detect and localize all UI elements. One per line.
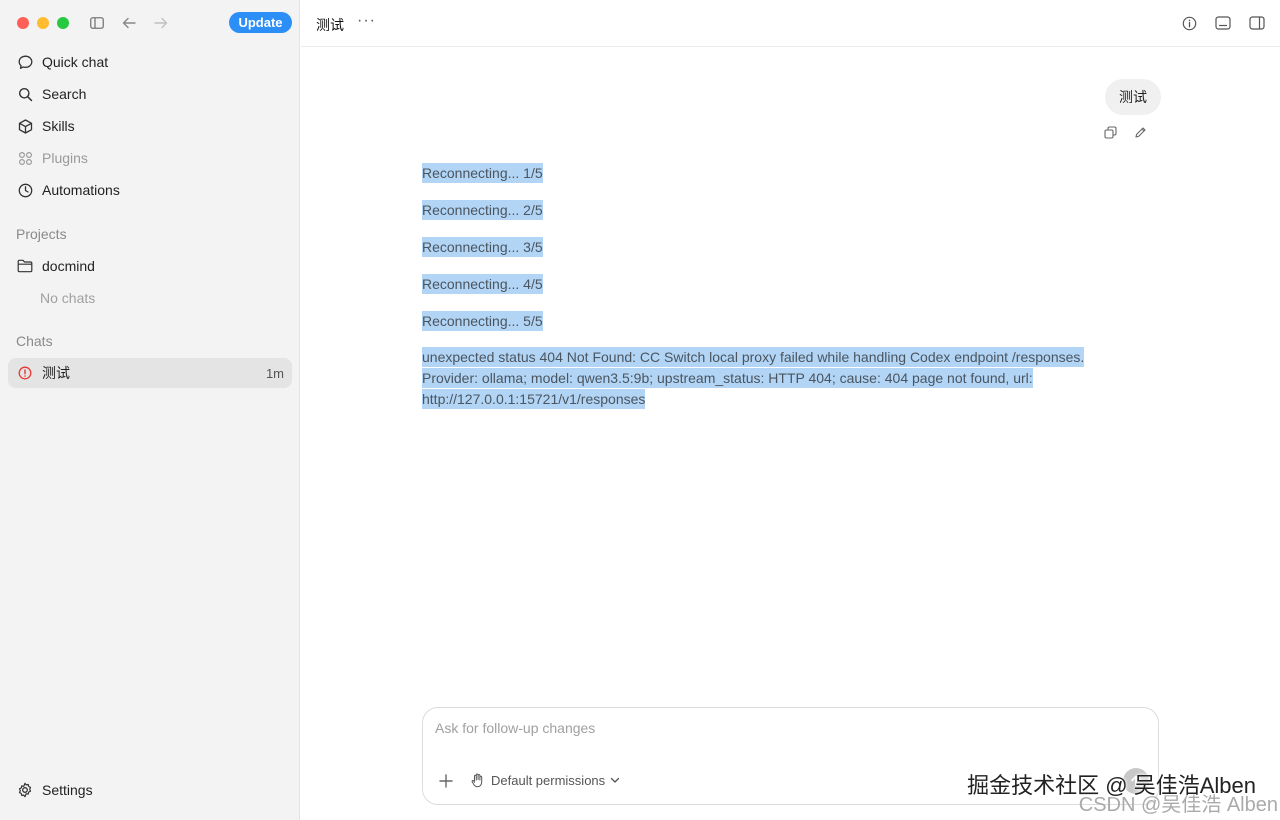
main-pane: 测试 ··· 测试 Reconnecting... 1/5 Reconnecti… bbox=[301, 0, 1280, 820]
sidebar-item-quick-chat[interactable]: Quick chat bbox=[8, 46, 292, 78]
sidebar-nav: Quick chat Search Skills Plugins Automat… bbox=[8, 46, 292, 206]
chat-time: 1m bbox=[265, 365, 284, 381]
reconnect-line: Reconnecting... 4/5 bbox=[422, 273, 1122, 295]
back-arrow-icon[interactable] bbox=[120, 14, 138, 32]
message-actions bbox=[1103, 125, 1147, 139]
edit-pencil-icon[interactable] bbox=[1133, 125, 1147, 139]
gear-icon bbox=[16, 781, 34, 799]
chats-section-label: Chats bbox=[16, 333, 53, 349]
minimize-window-button[interactable] bbox=[37, 17, 49, 29]
sidebar-item-automations[interactable]: Automations bbox=[8, 174, 292, 206]
sidebar-item-project[interactable]: docmind bbox=[8, 250, 292, 282]
more-options-button[interactable]: ··· bbox=[357, 12, 376, 30]
reconnect-line: Reconnecting... 3/5 bbox=[422, 236, 1122, 258]
sidebar-item-label: Plugins bbox=[42, 150, 88, 166]
sidebar-item-skills[interactable]: Skills bbox=[8, 110, 292, 142]
reconnect-text: Reconnecting... 2/5 bbox=[422, 200, 543, 220]
plus-icon bbox=[439, 774, 453, 788]
reconnect-line: Reconnecting... 5/5 bbox=[422, 310, 1122, 332]
window-controls bbox=[17, 17, 69, 29]
error-text: unexpected status 404 Not Found: CC Swit… bbox=[422, 347, 1085, 409]
reconnect-text: Reconnecting... 3/5 bbox=[422, 237, 543, 257]
folder-icon bbox=[16, 257, 34, 275]
sidebar-item-search[interactable]: Search bbox=[8, 78, 292, 110]
user-message-bubble: 测试 bbox=[1105, 79, 1161, 115]
clock-icon bbox=[16, 181, 34, 199]
sidebar-item-label: Automations bbox=[42, 182, 120, 198]
assistant-messages: Reconnecting... 1/5 Reconnecting... 2/5 … bbox=[422, 162, 1122, 410]
sidebar-toggle-icon[interactable] bbox=[88, 14, 106, 32]
chevron-down-icon bbox=[610, 777, 620, 784]
add-attachment-button[interactable] bbox=[437, 772, 455, 790]
chat-title: 测试 bbox=[42, 365, 70, 381]
terminal-panel-icon[interactable] bbox=[1214, 14, 1232, 32]
sidebar-item-label: Quick chat bbox=[42, 54, 109, 70]
permissions-dropdown[interactable]: Default permissions bbox=[471, 772, 620, 788]
cube-icon bbox=[16, 117, 34, 135]
project-name: docmind bbox=[42, 258, 95, 274]
project-row[interactable]: docmind bbox=[8, 250, 292, 282]
sidebar-toolbar bbox=[88, 14, 170, 32]
info-icon[interactable] bbox=[1180, 14, 1198, 32]
page-title: 测试 bbox=[316, 17, 344, 33]
header-actions bbox=[1180, 14, 1266, 32]
side-panel-icon[interactable] bbox=[1248, 14, 1266, 32]
error-message: unexpected status 404 Not Found: CC Swit… bbox=[422, 347, 1122, 410]
search-icon bbox=[16, 85, 34, 103]
hand-icon bbox=[471, 772, 485, 788]
main-header: 测试 ··· bbox=[301, 0, 1280, 47]
reconnect-text: Reconnecting... 4/5 bbox=[422, 274, 543, 294]
maximize-window-button[interactable] bbox=[57, 17, 69, 29]
reconnect-text: Reconnecting... 1/5 bbox=[422, 163, 543, 183]
sidebar-item-label: Skills bbox=[42, 118, 75, 134]
reconnect-line: Reconnecting... 1/5 bbox=[422, 162, 1122, 184]
error-icon bbox=[16, 364, 34, 382]
close-window-button[interactable] bbox=[17, 17, 29, 29]
settings-label: Settings bbox=[42, 782, 93, 798]
follow-up-input[interactable] bbox=[435, 720, 1135, 736]
projects-section-label: Projects bbox=[16, 226, 67, 242]
settings-button[interactable]: Settings bbox=[16, 781, 93, 799]
sidebar: Update Quick chat Search Skills Plugins bbox=[0, 0, 300, 820]
permissions-label: Default permissions bbox=[491, 772, 606, 788]
grid-icon bbox=[16, 149, 34, 167]
reconnect-text: Reconnecting... 5/5 bbox=[422, 311, 543, 331]
update-button[interactable]: Update bbox=[229, 12, 292, 33]
chat-bubble-icon bbox=[16, 53, 34, 71]
copy-icon[interactable] bbox=[1103, 125, 1117, 139]
forward-arrow-icon[interactable] bbox=[152, 14, 170, 32]
sidebar-item-plugins[interactable]: Plugins bbox=[8, 142, 292, 174]
no-chats-text: No chats bbox=[40, 290, 96, 306]
watermark: 掘金技术社区 @ 吴佳浩Alben bbox=[967, 773, 1256, 798]
reconnect-line: Reconnecting... 2/5 bbox=[422, 199, 1122, 221]
sidebar-item-label: Search bbox=[42, 86, 87, 102]
sidebar-item-chat[interactable]: 测试 1m bbox=[8, 358, 292, 388]
